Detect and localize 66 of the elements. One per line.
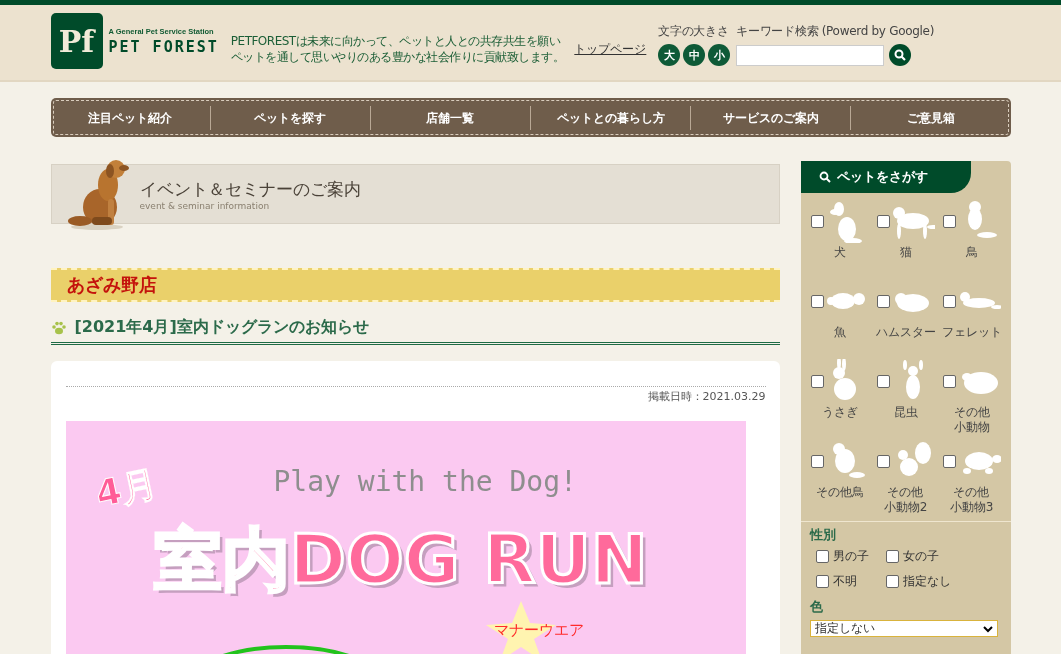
pet-label: フェレット [941, 325, 1002, 340]
nav-item[interactable]: 注目ペット紹介 [50, 105, 210, 130]
logo-mark[interactable]: Pf [50, 13, 103, 69]
logo-name: PET FOREST [108, 37, 219, 56]
pet-label: 昆虫 [893, 405, 918, 420]
flyer-note: マナーウエア [493, 621, 584, 640]
gender-checkbox[interactable] [885, 550, 899, 563]
font-size-label: 文字の大きさ [658, 23, 730, 40]
posted-date: 掲載日時：2021.03.29 [647, 390, 766, 403]
pet-checkbox[interactable] [942, 454, 956, 468]
pet-checkbox[interactable] [942, 294, 956, 308]
star-icon [485, 601, 556, 654]
chevron-down-icon [982, 624, 993, 633]
pet-label: その他 小動物 [953, 405, 990, 435]
gender-option-label: 女の子 [902, 548, 939, 565]
pet-label: 猫 [899, 245, 912, 260]
flyer-tagline: Play with the Dog! [273, 465, 577, 498]
pet-checkbox[interactable] [876, 374, 890, 388]
font-size-button[interactable]: 小 [708, 44, 731, 66]
pet-label: うさぎ [821, 405, 858, 420]
color-select[interactable]: 指定しない [809, 620, 998, 637]
sidebar-heading-text: ペットをさがす [836, 168, 928, 186]
gender-checkbox[interactable] [815, 550, 829, 563]
search-icon [818, 171, 831, 183]
pet-checkbox[interactable] [876, 294, 890, 308]
font-size-button[interactable]: 中 [683, 44, 706, 66]
pet-label: その他 小動物3 [949, 485, 994, 515]
gender-checkbox[interactable] [815, 575, 829, 588]
nav-item[interactable]: ペットとの暮らし方 [530, 105, 691, 130]
pet-checkbox[interactable] [810, 454, 824, 468]
flyer-month: 4月 [91, 461, 161, 517]
nav-item[interactable]: ご意見箱 [850, 105, 1011, 130]
pet-label: その他鳥 [815, 485, 864, 500]
mission-text: PETFORESTは未来に向かって、ペットと人との共存共生を願い ペットを通して思いやりのある豊かな社会作りに貢献致します。 [230, 33, 565, 65]
pet-label: 鳥 [965, 245, 978, 260]
article-title: [2021年4月]室内ドッグランのお知らせ [74, 317, 369, 338]
nav-item[interactable]: 店舗一覧 [369, 105, 530, 130]
gender-checkbox[interactable] [885, 575, 899, 588]
pet-label: 犬 [833, 245, 846, 260]
search-icon [894, 49, 907, 61]
nav-item[interactable]: サービスのご案内 [690, 105, 851, 130]
search-field[interactable] [736, 44, 885, 66]
nav-item[interactable]: ペットを探す [209, 105, 370, 130]
gender-option-label: 男の子 [832, 548, 869, 565]
search-label: キーワード検索 (Powerd by Google) [736, 23, 935, 40]
pet-label: ハムスター [875, 325, 936, 340]
pet-checkbox[interactable] [942, 374, 956, 388]
pet-label: 魚 [833, 325, 846, 340]
pet-checkbox[interactable] [810, 214, 824, 228]
font-size-button[interactable]: 大 [658, 44, 681, 66]
pet-label: その他 小動物2 [883, 485, 928, 515]
paw-icon [50, 320, 67, 335]
top-page-link[interactable]: トップページ [574, 41, 647, 58]
gender-option-label: 不明 [832, 573, 857, 590]
banner-title: イベント＆セミナーのご案内 [139, 177, 361, 201]
gender-option-label: 指定なし [902, 573, 951, 590]
color-label: 色 [809, 598, 824, 616]
store-heading: あざみ野店 [50, 268, 780, 302]
search-button[interactable] [889, 44, 912, 66]
pet-checkbox[interactable] [810, 294, 824, 308]
gender-label: 性別 [809, 526, 837, 544]
pet-checkbox[interactable] [942, 214, 956, 228]
banner-subtitle: event & seminar information [139, 200, 271, 211]
pet-checkbox[interactable] [876, 214, 890, 228]
pet-checkbox[interactable] [876, 454, 890, 468]
pet-checkbox[interactable] [810, 374, 824, 388]
